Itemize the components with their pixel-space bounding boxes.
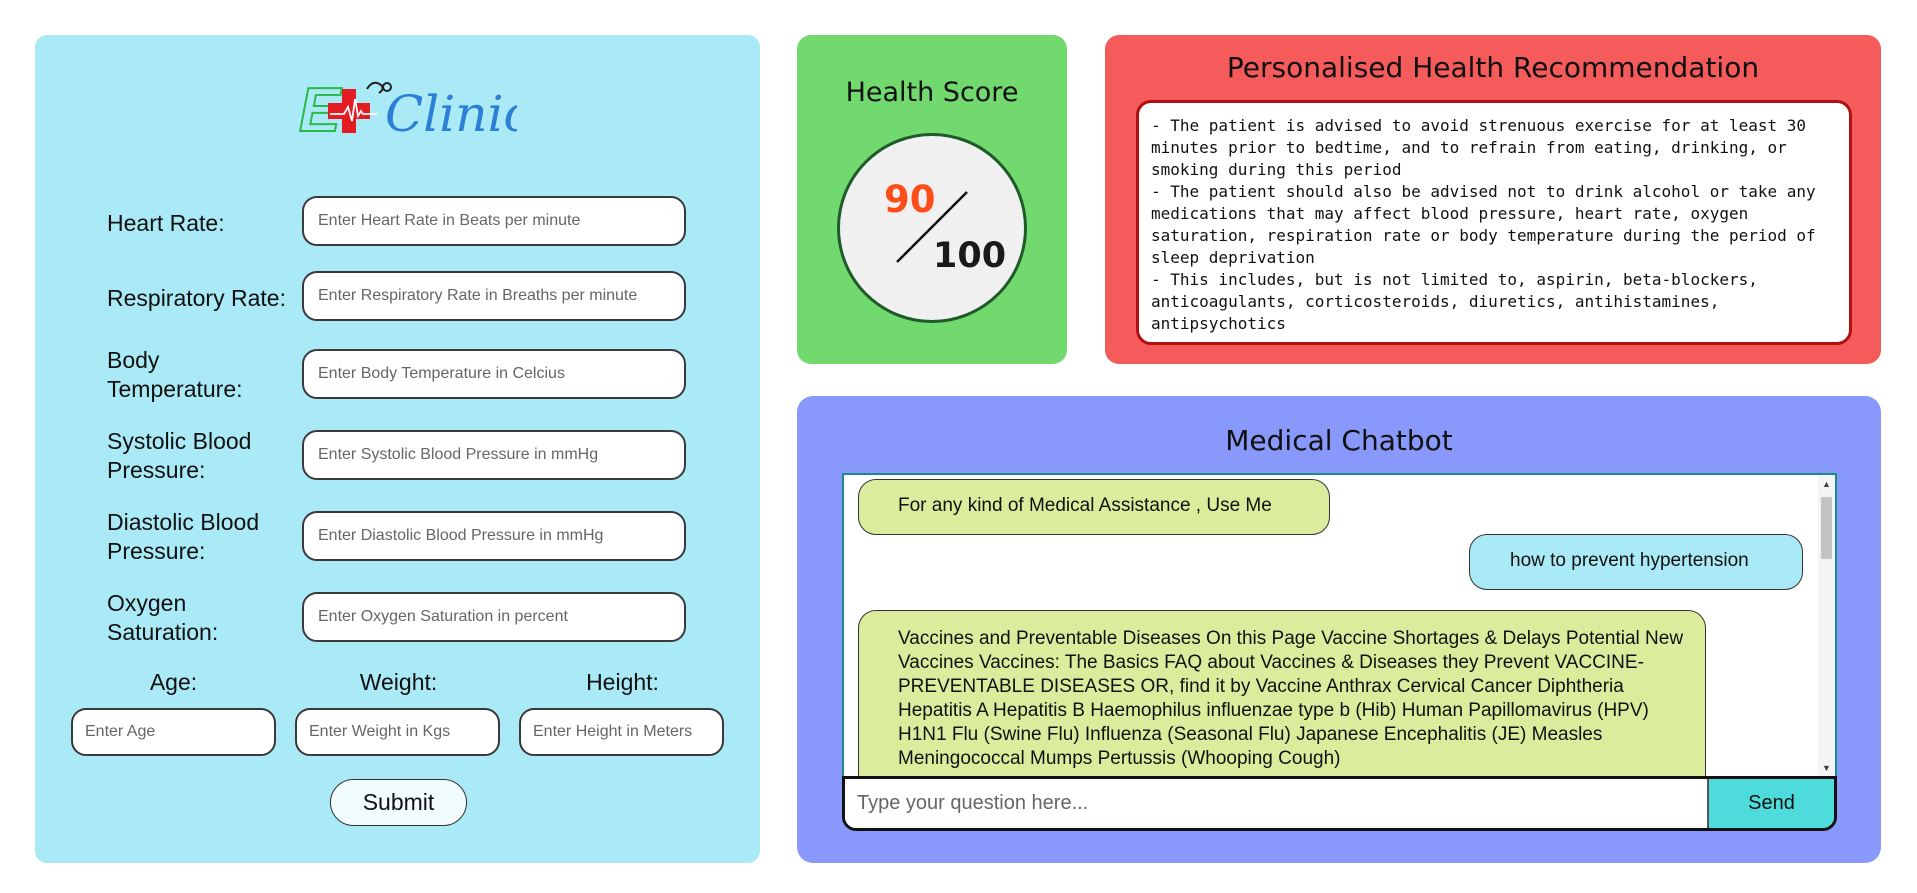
diastolic-bp-label: Diastolic Blood Pressure: xyxy=(107,509,260,564)
chatbot-panel: Medical Chatbot For any kind of Medical … xyxy=(797,396,1881,863)
systolic-bp-input[interactable] xyxy=(302,430,686,480)
health-score-value: 90 xyxy=(884,178,936,221)
weight-label: Weight: xyxy=(359,669,438,695)
recommendation-title: Personalised Health Recommendation xyxy=(1226,51,1760,84)
score-divider xyxy=(896,191,968,263)
chatbot-title: Medical Chatbot xyxy=(1225,424,1453,457)
health-score-circle: 90 100 xyxy=(837,133,1027,323)
respiratory-rate-label: Respiratory Rate: xyxy=(107,285,286,311)
heart-rate-input[interactable] xyxy=(302,196,686,246)
systolic-bp-label: Systolic Blood Pressure: xyxy=(107,428,252,483)
body-temperature-label: Body Temperature: xyxy=(107,347,243,402)
bot-message: Vaccines and Preventable Diseases On thi… xyxy=(858,610,1706,777)
height-input[interactable] xyxy=(519,708,724,756)
age-label: Age: xyxy=(149,669,198,695)
respiratory-rate-input[interactable] xyxy=(302,271,686,321)
oxygen-saturation-input[interactable] xyxy=(302,592,686,642)
chat-input-bar: Send xyxy=(842,776,1837,831)
bot-message: For any kind of Medical Assistance , Use… xyxy=(858,479,1330,535)
recommendation-panel: Personalised Health Recommendation - The… xyxy=(1105,35,1881,364)
weight-input[interactable] xyxy=(295,708,500,756)
chat-question-input[interactable] xyxy=(845,779,1709,828)
diastolic-bp-input[interactable] xyxy=(302,511,686,561)
health-score-panel: Health Score 90 100 xyxy=(797,35,1067,364)
scroll-down-icon[interactable]: ▼ xyxy=(1818,761,1835,775)
age-input[interactable] xyxy=(71,708,276,756)
scroll-up-icon[interactable]: ▲ xyxy=(1818,477,1835,491)
logo-clinic: Clinic xyxy=(385,85,517,141)
health-score-max: 100 xyxy=(933,236,1007,276)
vitals-form-panel: E Clinic Heart Rate: Respiratory Rate: B… xyxy=(35,35,760,863)
body-temperature-input[interactable] xyxy=(302,349,686,399)
heart-rate-label: Heart Rate: xyxy=(107,210,225,236)
chat-messages[interactable]: For any kind of Medical Assistance , Use… xyxy=(842,473,1837,777)
recommendation-text: - The patient is advised to avoid strenu… xyxy=(1136,100,1852,345)
scroll-thumb[interactable] xyxy=(1821,497,1832,559)
chat-scrollbar[interactable]: ▲ ▼ xyxy=(1818,475,1835,777)
eclinic-logo: E Clinic xyxy=(297,69,531,146)
send-button[interactable]: Send xyxy=(1709,779,1834,828)
height-label: Height: xyxy=(586,669,659,695)
stethoscope-icon xyxy=(366,81,384,94)
logo-graphic: E Clinic xyxy=(298,75,531,146)
submit-button[interactable]: Submit xyxy=(330,779,467,826)
health-score-title: Health Score xyxy=(845,77,1019,108)
user-message: how to prevent hypertension xyxy=(1469,534,1803,590)
oxygen-saturation-label: Oxygen Saturation: xyxy=(107,590,219,645)
